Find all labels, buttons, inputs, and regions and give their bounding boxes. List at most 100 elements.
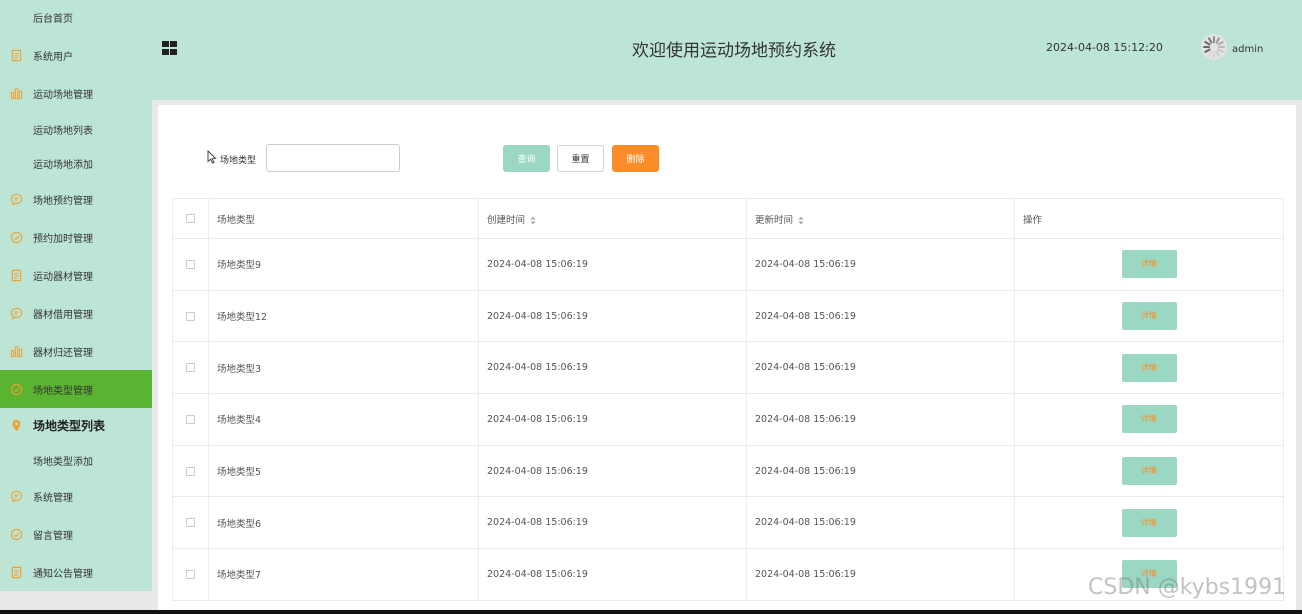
sidebar-item-label: 场地类型列表 — [33, 418, 106, 433]
row-select-cell — [172, 496, 209, 550]
sidebar-item-system-users[interactable]: 系统用户 — [0, 36, 152, 74]
select-all-cell — [172, 198, 209, 239]
column-header-label: 更新时间 — [755, 214, 794, 226]
detail-button[interactable]: 详情 — [1121, 405, 1177, 434]
row-checkbox[interactable] — [186, 414, 195, 424]
sidebar-item-messages[interactable]: 留言管理 — [0, 515, 152, 553]
sidebar-item-label: 通知公告管理 — [33, 568, 93, 580]
venue-type-search-input[interactable] — [266, 144, 400, 172]
table-row: 场地类型5 2024-04-08 15:06:19 2024-04-08 15:… — [172, 444, 1284, 498]
sort-icon[interactable] — [798, 216, 804, 225]
sidebar-item-label: 留言管理 — [33, 530, 73, 542]
row-checkbox[interactable] — [186, 311, 195, 321]
row-checkbox[interactable] — [186, 259, 195, 269]
sidebar-item-equipment-borrow[interactable]: 器材借用管理 — [0, 294, 152, 332]
venue-type-table: 场地类型 创建时间 更新时间 操作 场地类型9 2024-04-08 15:06… — [172, 198, 1284, 601]
sidebar-item-venue-type-list[interactable]: 场地类型列表 — [0, 406, 152, 444]
cell-updated: 2024-04-08 15:06:19 — [746, 238, 1015, 291]
sidebar-item-venue-management[interactable]: 运动场地管理 — [0, 74, 152, 112]
detail-button[interactable]: 详情 — [1121, 353, 1177, 382]
sidebar-item-home[interactable]: 后台首页 — [0, 0, 152, 36]
sidebar-item-label: 器材归还管理 — [33, 347, 93, 359]
sidebar-item-label: 运动场地添加 — [33, 159, 93, 171]
sidebar: 后台首页 系统用户 运动场地管理 运动场地列表 运动场地添加 场地预约管理 预约… — [0, 0, 152, 591]
cell-type: 场地类型4 — [208, 393, 479, 446]
sidebar-item-label: 预约加时管理 — [33, 233, 93, 245]
chat-icon — [0, 490, 33, 503]
avatar[interactable] — [1201, 34, 1227, 60]
cell-type: 场地类型6 — [208, 496, 479, 550]
row-checkbox[interactable] — [186, 569, 195, 579]
select-all-checkbox[interactable] — [186, 214, 195, 223]
sidebar-item-label: 场地类型添加 — [33, 456, 93, 468]
main-content: 场地类型 查询 重置 删除 场地类型 创建时间 更新时间 操作 场地类型9 20… — [158, 105, 1296, 614]
check-circle-icon — [0, 383, 33, 396]
cell-updated: 2024-04-08 15:06:19 — [746, 496, 1015, 550]
chat-icon — [0, 307, 33, 320]
sidebar-item-equipment-return[interactable]: 器材归还管理 — [0, 332, 152, 370]
sidebar-item-announcements[interactable]: 通知公告管理 — [0, 553, 152, 591]
cell-created: 2024-04-08 15:06:19 — [478, 444, 747, 498]
header-username[interactable]: admin — [1232, 44, 1263, 55]
sidebar-item-label: 后台首页 — [33, 13, 73, 25]
watermark: CSDN @kybs1991 — [1088, 575, 1287, 600]
cell-created: 2024-04-08 15:06:19 — [478, 238, 747, 291]
sidebar-item-venue-booking[interactable]: 场地预约管理 — [0, 180, 152, 218]
column-header-type: 场地类型 — [208, 198, 479, 239]
detail-button[interactable]: 详情 — [1121, 302, 1177, 331]
cell-type: 场地类型9 — [208, 238, 479, 291]
table-row: 场地类型6 2024-04-08 15:06:19 2024-04-08 15:… — [172, 496, 1284, 550]
row-select-cell — [172, 444, 209, 498]
page-title: 欢迎使用运动场地预约系统 — [632, 41, 836, 61]
sidebar-item-system-management[interactable]: 系统管理 — [0, 477, 152, 515]
detail-button[interactable]: 详情 — [1121, 508, 1177, 537]
table-header-row: 场地类型 创建时间 更新时间 操作 — [172, 198, 1284, 239]
search-label: 场地类型 — [220, 156, 257, 166]
cell-actions: 详情 — [1014, 444, 1284, 498]
row-select-cell — [172, 341, 209, 395]
sidebar-item-equipment[interactable]: 运动器材管理 — [0, 256, 152, 294]
location-pin-icon — [0, 419, 33, 432]
row-checkbox[interactable] — [186, 466, 195, 476]
check-circle-icon — [0, 528, 33, 541]
cell-updated: 2024-04-08 15:06:19 — [746, 548, 1015, 601]
bar-chart-icon — [0, 345, 33, 358]
sidebar-item-venue-add[interactable]: 运动场地添加 — [0, 144, 152, 182]
row-checkbox[interactable] — [186, 363, 195, 373]
column-header-updated[interactable]: 更新时间 — [746, 198, 1015, 239]
cell-updated: 2024-04-08 15:06:19 — [746, 341, 1015, 395]
sidebar-item-label: 运动场地管理 — [33, 89, 93, 101]
cell-updated: 2024-04-08 15:06:19 — [746, 289, 1015, 343]
cell-updated: 2024-04-08 15:06:19 — [746, 444, 1015, 498]
sidebar-item-label: 器材借用管理 — [33, 309, 93, 321]
reset-button[interactable]: 重置 — [557, 145, 604, 172]
row-checkbox[interactable] — [186, 518, 195, 528]
sidebar-item-label: 场地预约管理 — [33, 195, 93, 207]
column-header-actions: 操作 — [1014, 198, 1284, 239]
delete-button[interactable]: 删除 — [612, 145, 659, 172]
sidebar-item-venue-list[interactable]: 运动场地列表 — [0, 110, 152, 148]
query-button[interactable]: 查询 — [503, 145, 550, 172]
sidebar-item-label: 运动场地列表 — [33, 125, 93, 137]
cell-created: 2024-04-08 15:06:19 — [478, 341, 747, 395]
sidebar-item-overtime[interactable]: 预约加时管理 — [0, 218, 152, 256]
bottom-divider — [0, 610, 1302, 614]
cell-created: 2024-04-08 15:06:19 — [478, 393, 747, 446]
check-circle-icon — [0, 231, 33, 244]
sidebar-item-venue-type-add[interactable]: 场地类型添加 — [0, 441, 152, 479]
bar-chart-icon — [0, 87, 33, 100]
document-icon — [0, 269, 33, 282]
chat-icon — [0, 193, 33, 206]
sidebar-item-venue-type-management[interactable]: 场地类型管理 — [0, 370, 152, 408]
sidebar-item-label: 场地类型管理 — [33, 385, 93, 397]
table-row: 场地类型9 2024-04-08 15:06:19 2024-04-08 15:… — [172, 238, 1284, 291]
grid-menu-icon[interactable] — [162, 41, 177, 55]
document-icon — [0, 566, 33, 579]
column-header-created[interactable]: 创建时间 — [478, 198, 747, 239]
cell-actions: 详情 — [1014, 496, 1284, 550]
detail-button[interactable]: 详情 — [1121, 457, 1177, 486]
cell-actions: 详情 — [1014, 238, 1284, 291]
detail-button[interactable]: 详情 — [1121, 250, 1177, 279]
sort-icon[interactable] — [530, 216, 536, 225]
cell-created: 2024-04-08 15:06:19 — [478, 496, 747, 550]
